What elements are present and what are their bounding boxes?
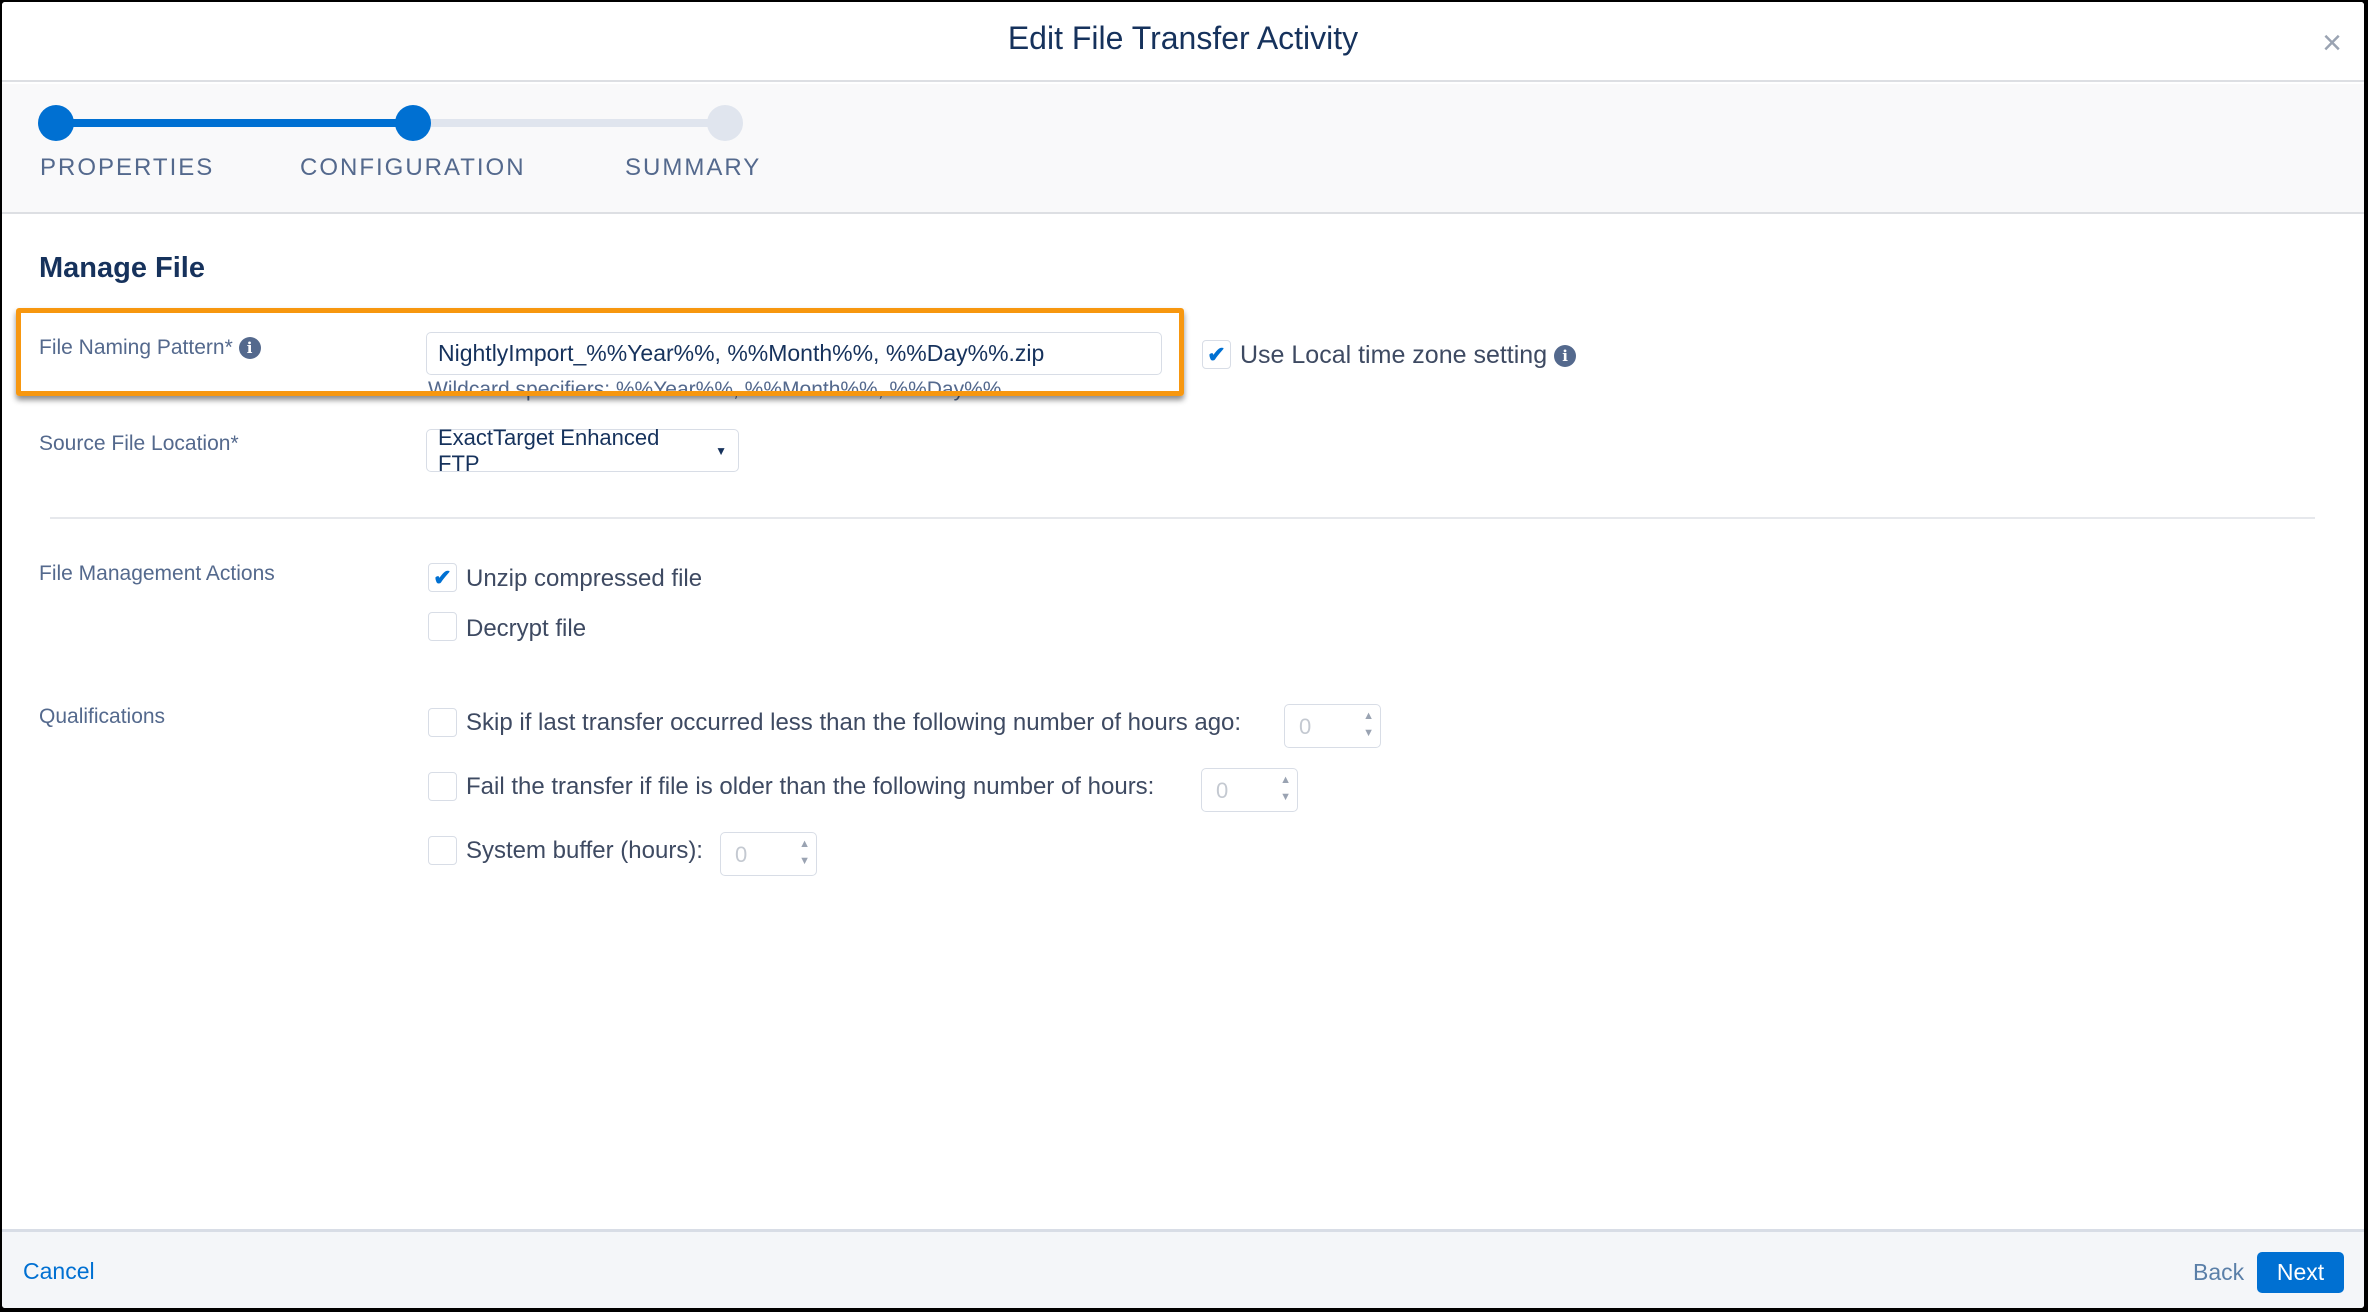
decrypt-label: Decrypt file [466, 615, 587, 642]
local-timezone-label: Use Local time zone setting i [1240, 341, 1577, 370]
system-buffer-checkbox[interactable] [428, 836, 457, 865]
source-location-dropdown[interactable]: ExactTarget Enhanced FTP ▼ [426, 425, 739, 476]
dialog-footer: Cancel Back Next [2, 1229, 2364, 1308]
section-divider [50, 517, 2315, 519]
info-icon[interactable]: i [1554, 345, 1577, 368]
back-button[interactable]: Back [2193, 1259, 2244, 1286]
skip-hours-stepper[interactable]: 0 ▲ ▼ [1284, 704, 1381, 748]
dialog-header: Edit File Transfer Activity × [2, 2, 2364, 82]
fail-transfer-label: Fail the transfer if file is older than … [466, 773, 1155, 800]
step-label-summary: SUMMARY [625, 154, 762, 181]
skip-transfer-label: Skip if last transfer occurred less than… [466, 709, 1242, 736]
fail-transfer-checkbox[interactable] [428, 772, 457, 801]
step-dot-configuration[interactable] [395, 105, 431, 141]
decrement-icon[interactable]: ▼ [799, 855, 810, 867]
step-label-properties: PROPERTIES [40, 154, 215, 181]
system-buffer-label: System buffer (hours): [466, 837, 703, 864]
highlight-box [16, 308, 1184, 396]
close-icon[interactable]: × [2322, 24, 2342, 63]
increment-icon[interactable]: ▲ [1280, 774, 1291, 786]
qualifications-label: Qualifications [39, 705, 166, 728]
progress-track-remaining [413, 119, 725, 127]
progress-stepper: PROPERTIES CONFIGURATION SUMMARY [2, 84, 2364, 214]
step-dot-properties[interactable] [38, 105, 74, 141]
progress-track-complete [56, 119, 413, 127]
skip-hours-value: 0 [1299, 714, 1312, 739]
decrypt-checkbox[interactable] [428, 612, 457, 641]
system-buffer-value: 0 [735, 842, 748, 867]
system-buffer-stepper[interactable]: 0 ▲ ▼ [720, 832, 817, 876]
local-timezone-checkbox[interactable]: ✔ [1202, 340, 1231, 369]
edit-file-transfer-dialog: Edit File Transfer Activity × PROPERTIES… [2, 2, 2364, 1308]
section-title: Manage File [39, 252, 205, 284]
decrement-icon[interactable]: ▼ [1363, 727, 1374, 739]
step-dot-summary[interactable] [707, 105, 743, 141]
decrement-icon[interactable]: ▼ [1280, 791, 1291, 803]
source-location-label: Source File Location* [39, 432, 239, 455]
cancel-button[interactable]: Cancel [23, 1258, 95, 1285]
caret-down-icon: ▼ [715, 443, 727, 458]
file-actions-label: File Management Actions [39, 562, 275, 585]
dialog-title: Edit File Transfer Activity [1007, 20, 1359, 56]
unzip-checkbox[interactable]: ✔ [428, 563, 457, 592]
skip-transfer-checkbox[interactable] [428, 708, 457, 737]
unzip-label: Unzip compressed file [466, 565, 703, 592]
fail-hours-stepper[interactable]: 0 ▲ ▼ [1201, 768, 1298, 812]
step-label-configuration: CONFIGURATION [300, 154, 526, 181]
source-location-value: ExactTarget Enhanced FTP [438, 424, 660, 476]
increment-icon[interactable]: ▲ [799, 838, 810, 850]
fail-hours-value: 0 [1216, 778, 1229, 803]
local-timezone-label-text: Use Local time zone setting [1240, 341, 1548, 369]
next-button[interactable]: Next [2257, 1252, 2344, 1293]
increment-icon[interactable]: ▲ [1363, 710, 1374, 722]
